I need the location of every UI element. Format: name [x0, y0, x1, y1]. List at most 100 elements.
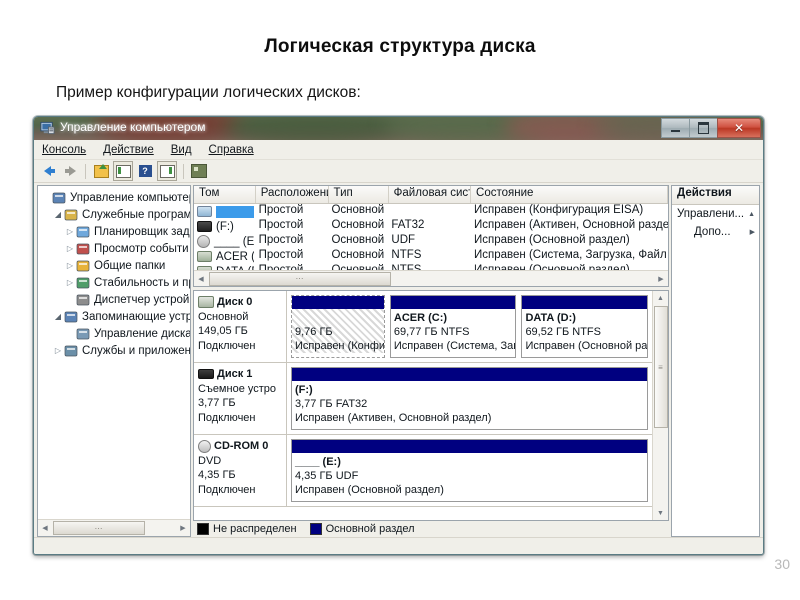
volume-horizontal-scrollbar[interactable]: ◀ ⋯ ▶ [194, 270, 668, 286]
disk-type-label: Съемное устро [198, 382, 277, 395]
action-item-management[interactable]: Управлени... ▲ [672, 205, 759, 223]
window-body: Управление компьютеро ◢ Служебные программ… [34, 183, 763, 537]
tree-item[interactable]: Управление диска [38, 325, 190, 342]
volume-filesystem-cell: FAT32 [391, 219, 425, 231]
scroll-thumb[interactable]: ⋯ [53, 521, 145, 535]
menu-item-console[interactable]: Консоль [42, 144, 86, 156]
expand-icon[interactable]: ▷ [64, 227, 76, 236]
table-row[interactable]: ____ (E:) Простой Основной UDF Исправен (Осн… [194, 234, 668, 249]
column-header[interactable]: Том [194, 186, 256, 203]
scroll-thumb[interactable]: ≡ [653, 306, 668, 428]
drive-icon [197, 206, 212, 217]
disk-info[interactable]: Диск 1 Съемное устро 3,77 ГБ Подключен [194, 363, 287, 434]
slide-subtitle: Пример конфигурации логических дисков: [56, 84, 361, 101]
tree-item-label: Запоминающие устр [82, 310, 190, 323]
show-action-pane-icon[interactable] [157, 161, 177, 181]
scroll-down-icon[interactable]: ▼ [657, 506, 664, 520]
partition-block[interactable]: DATA (D:) 69,52 ГБ NTFS Исправен (Основной… [521, 295, 648, 358]
tree-item[interactable]: ▷ Просмотр событи [38, 240, 190, 257]
partition-status: Исправен (Основной раз, [525, 340, 647, 352]
tree-item-label: Общие папки [94, 259, 166, 272]
expand-icon[interactable]: ▷ [52, 346, 64, 355]
collapse-icon[interactable]: ◢ [52, 312, 64, 321]
partition-block[interactable]: 9,76 ГБ Исправен (Конфигу [291, 295, 385, 358]
minimize-button[interactable] [661, 118, 689, 138]
chevron-up-icon[interactable]: ▲ [748, 211, 755, 218]
disk-row[interactable]: CD-ROM 0 DVD 4,35 ГБ Подключен ____ (E:) 4,35… [194, 435, 652, 507]
partition-size: 9,76 ГБ [295, 326, 333, 338]
tree-item[interactable]: ▷ Планировщик зад [38, 223, 190, 240]
scroll-left-icon[interactable]: ◀ [38, 524, 52, 532]
partition-size: 69,77 ГБ NTFS [393, 326, 470, 338]
tree-item-label: Стабильность и пр [94, 276, 190, 289]
column-header[interactable]: Расположение [256, 186, 329, 203]
close-button[interactable]: ✕ [717, 118, 761, 138]
partition-block[interactable]: ____ (E:) 4,35 ГБ UDF Исправен (Основной р… [291, 439, 648, 502]
scroll-left-icon[interactable]: ◀ [194, 275, 208, 283]
volume-list-rows[interactable]: Простой Основной Исправен (Конфигурация EI… [194, 204, 668, 270]
tree-item[interactable]: Управление компьютеро [38, 189, 190, 206]
up-folder-icon[interactable] [92, 162, 110, 180]
partition-legend: Не распределен Основной раздел [193, 521, 669, 537]
column-header[interactable]: Тип [329, 186, 389, 203]
volume-type-cell: Основной [331, 219, 385, 231]
disk-row[interactable]: Диск 0 Основной 149,05 ГБ Подключен 9,76 ГБ… [194, 291, 652, 363]
table-row[interactable]: (F:) Простой Основной FAT32 Исправен (Активе… [194, 219, 668, 234]
status-bar [34, 537, 763, 554]
hard-drive-icon [197, 251, 212, 262]
partition-label: DATA (D:) [525, 312, 576, 324]
scroll-right-icon[interactable]: ▶ [654, 275, 668, 283]
expand-icon[interactable]: ▷ [64, 261, 76, 270]
disk-info[interactable]: CD-ROM 0 DVD 4,35 ГБ Подключен [194, 435, 287, 506]
console-tree[interactable]: Управление компьютеро ◢ Служебные программ… [38, 186, 190, 519]
table-row[interactable]: ACER (C:) Простой Основной NTFS Исправен (Си… [194, 249, 668, 264]
chevron-right-icon[interactable]: ▶ [750, 228, 755, 236]
expand-icon[interactable]: ▷ [64, 278, 76, 287]
tree-item[interactable]: ▷ Общие папки [38, 257, 190, 274]
volume-layout-cell: Простой [258, 249, 304, 261]
tree-item[interactable]: ◢ Служебные программ [38, 206, 190, 223]
tree-item[interactable]: ▷ Службы и приложени [38, 342, 190, 359]
action-label: Допо... [694, 226, 731, 238]
disk-title: CD-ROM 0 [198, 439, 286, 454]
disk-info[interactable]: Диск 0 Основной 149,05 ГБ Подключен [194, 291, 287, 362]
help-icon[interactable]: ? [136, 162, 154, 180]
table-row[interactable]: Простой Основной Исправен (Конфигурация EI… [194, 204, 668, 219]
column-header[interactable]: Состояние [471, 186, 669, 203]
tree-item[interactable]: ◢ Запоминающие устр [38, 308, 190, 325]
hard-disk-icon [198, 296, 214, 309]
disk-title: Диск 1 [198, 367, 286, 382]
tree-horizontal-scrollbar[interactable]: ◀ ⋯ ▶ [38, 519, 190, 536]
menu-item-action[interactable]: Действие [103, 144, 154, 156]
page-title: Логическая структура диска [264, 36, 536, 57]
column-header[interactable]: Файловая система [389, 186, 472, 203]
tree-item[interactable]: ▷ Стабильность и пр [38, 274, 190, 291]
volume-status-cell: Исправен (Активен, Основной разде [474, 219, 668, 231]
maximize-button[interactable] [689, 118, 717, 138]
forward-icon[interactable] [61, 162, 79, 180]
collapse-icon[interactable]: ◢ [52, 210, 64, 219]
expand-icon[interactable]: ▷ [64, 244, 76, 253]
volume-name-label: ____ (E:) [214, 235, 254, 248]
menu-item-view[interactable]: Вид [171, 144, 192, 156]
menu-item-help[interactable]: Справка [209, 144, 254, 156]
partition-color-bar [522, 296, 647, 309]
partition-block[interactable]: ACER (C:) 69,77 ГБ NTFS Исправен (Система,… [389, 295, 517, 358]
action-item-more[interactable]: Допо... ▶ [672, 223, 759, 241]
tree-item[interactable]: Диспетчер устрой [38, 291, 190, 308]
partition-block[interactable]: (F:) 3,77 ГБ FAT32 Исправен (Активен, Осно… [291, 367, 648, 430]
graph-vertical-scrollbar[interactable]: ▲ ≡ ▼ [652, 291, 668, 520]
volume-list-header: ТомРасположениеТипФайловая системаСостоя… [194, 186, 669, 204]
legend-swatch [309, 523, 322, 535]
back-icon[interactable] [40, 162, 58, 180]
disk-graphical-view: Диск 0 Основной 149,05 ГБ Подключен 9,76 ГБ… [193, 290, 669, 521]
scroll-up-icon[interactable]: ▲ [657, 291, 664, 305]
scroll-thumb[interactable]: ⋯ [209, 271, 391, 286]
show-console-tree-icon[interactable] [113, 161, 133, 181]
disk-row[interactable]: Диск 1 Съемное устро 3,77 ГБ Подключен (F:)… [194, 363, 652, 435]
scroll-right-icon[interactable]: ▶ [176, 524, 190, 532]
shared-folders-icon [76, 259, 91, 273]
rescan-disks-icon[interactable] [190, 162, 208, 180]
actions-header: Действия [672, 186, 759, 205]
storage-icon [64, 310, 79, 324]
